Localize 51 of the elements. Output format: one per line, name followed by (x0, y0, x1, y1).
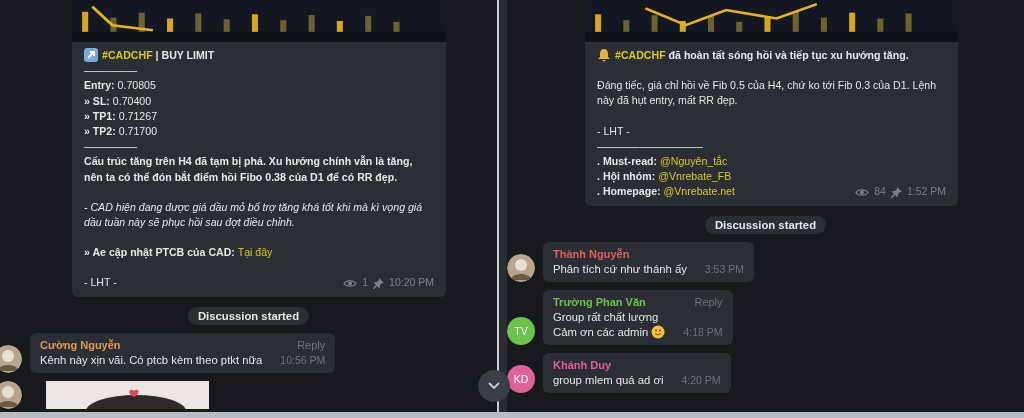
message-text: - LHT - (597, 123, 631, 139)
comment-text: Phân tích cứ như thánh ấy (553, 261, 687, 277)
message-time: 1:52 PM (906, 184, 946, 200)
comment-text: Group rất chất lượng (553, 309, 660, 325)
pin-icon (373, 277, 385, 289)
comment-time: 10:56 PM (280, 352, 326, 368)
link[interactable]: Tại đây (237, 246, 273, 259)
message-text: Cấu trúc tăng trên H4 đã tạm bị phá. Xu hướng chính vẫn là tăng, nên ta có thể đón bắt điểm hồi Fibo 0.38 của D1 để có RR đẹp. (84, 154, 414, 185)
message-text: . Homepage: @Vnrebate.net (597, 184, 735, 200)
arrow-icon (84, 48, 98, 62)
message-text: —————————— (597, 138, 704, 154)
bell-icon (597, 48, 611, 62)
view-count: 84 (874, 184, 886, 200)
comment-text: Cảm ơn các admin (553, 324, 666, 340)
eye-icon (855, 187, 870, 197)
pin-icon (890, 186, 902, 198)
comment-text: Kênh này xịn vãi. Có ptcb kèm theo ptkt nữa (40, 352, 263, 368)
comment-time: 4:20 PM (681, 372, 721, 388)
message-text: . Hội nhóm: @Vnrebate_FB (597, 169, 733, 185)
message-text: » SL: 0.70400 (84, 93, 153, 109)
author-name: Khánh Duy (553, 357, 613, 373)
link[interactable]: @Vnrebate.net (663, 185, 735, 198)
comment-text: group mlem quá ad ơi (553, 372, 664, 388)
message-text: » Ae cập nhật PTCB của CAD: Tại đây (84, 245, 274, 261)
author-name: Trường Phan Văn (553, 294, 647, 310)
link[interactable]: @Nguyên_tắc (660, 155, 728, 167)
message-text: . Must-read: @Nguyên_tắc (597, 154, 729, 169)
scroll-down-button[interactable] (478, 370, 510, 402)
link[interactable]: @Vnrebate_FB (658, 170, 732, 183)
avatar: KD (507, 364, 535, 393)
message-text: » TP2: 0.71700 (84, 124, 159, 139)
comment-time: 4:18 PM (683, 324, 723, 340)
message-text: - CAD hiện đang được giá dầu mỏ bổ trợ tăng khá tốt khi mà kì vọng giá dầu tuần này sẽ phục hồi sau đợt điều chỉnh. (84, 199, 424, 231)
avatar: TV (507, 316, 535, 345)
service-message: Discussion started (187, 306, 310, 325)
message-time: 10:20 PM (389, 275, 434, 291)
message-text: - LHT - (84, 275, 117, 291)
service-message: Discussion started (704, 215, 827, 234)
eye-icon (343, 278, 358, 288)
message-text: Entry: 0.70805 (84, 78, 157, 94)
message-text: ————— (84, 139, 138, 155)
view-count: 1 (362, 275, 369, 291)
comment-time: 3:53 PM (704, 261, 744, 277)
message-text: ————— (84, 63, 138, 79)
message-text: Đáng tiếc, giá chỉ hồi về Fib 0.5 của H4, chứ ko tới Fib 0.3 của D1. Lệnh này đã hụt entry, mất RR đẹp. (597, 78, 938, 109)
message-text: #CADCHF đã hoàn tất sóng hồi và tiếp tục xu hướng tăng. (597, 48, 946, 64)
message-text: » TP1: 0.71267 (84, 108, 159, 124)
author-name: Cường Nguyễn (40, 337, 122, 353)
message-text: #CADCHF | BUY LIMIT (84, 48, 434, 64)
author-name: Thành Nguyễn (553, 246, 631, 262)
chevron-down-icon (488, 382, 500, 390)
